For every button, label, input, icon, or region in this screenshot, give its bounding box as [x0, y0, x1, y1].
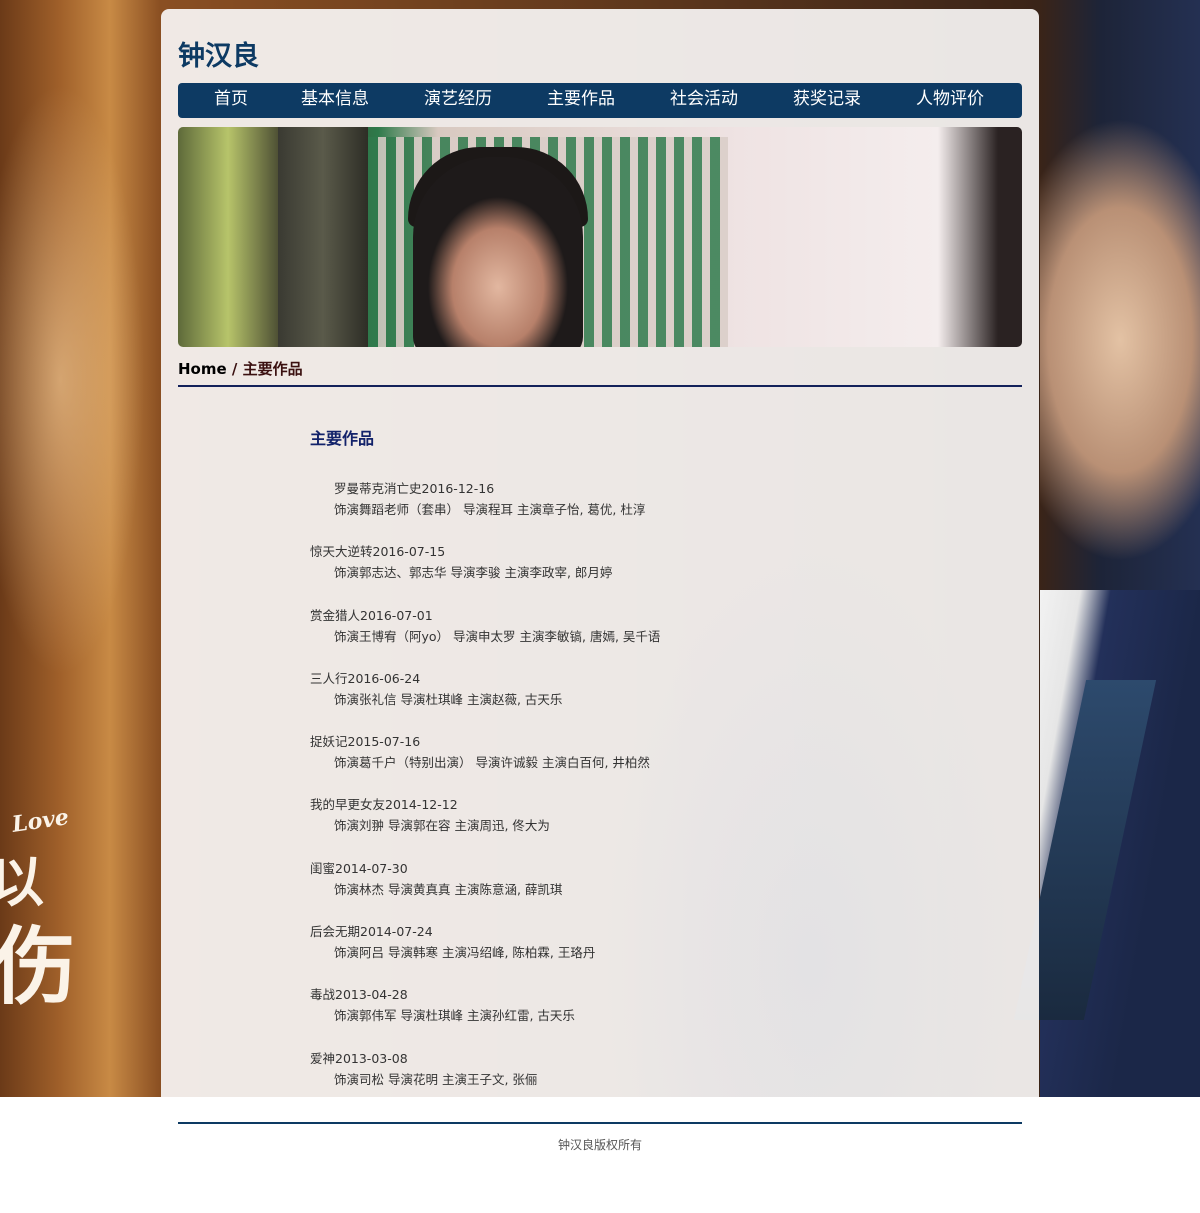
- work-detail: 饰演葛千户（特别出演） 导演许诚毅 主演白百何, 井柏然: [334, 755, 650, 771]
- work-title: 赏金猎人2016-07-01: [310, 607, 433, 623]
- work-title: 爱神2013-03-08: [310, 1050, 408, 1066]
- list-item: 三人行2016-06-24 饰演张礼信 导演杜琪峰 主演赵薇, 古天乐: [310, 668, 910, 731]
- banner-post: [278, 127, 368, 347]
- banner-image: [178, 127, 1022, 347]
- breadcrumb-separator: /: [226, 360, 243, 378]
- nav-item-basic-info[interactable]: 基本信息: [301, 83, 369, 118]
- work-title: 毒战2013-04-28: [310, 987, 408, 1003]
- nav-item-career[interactable]: 演艺经历: [424, 83, 492, 118]
- work-detail: 饰演舞蹈老师（套串） 导演程耳 主演章子怡, 葛优, 杜淳: [334, 502, 646, 517]
- works-list: 罗曼蒂克消亡史2016-12-16 饰演舞蹈老师（套串） 导演程耳 主演章子怡,…: [310, 478, 910, 1111]
- poster-love-text: Love: [10, 804, 71, 838]
- work-title: 惊天大逆转2016-07-15: [310, 544, 446, 560]
- site-title: 钟汉良: [178, 41, 259, 72]
- work-detail: 饰演阿吕 导演韩寒 主演冯绍峰, 陈柏霖, 王珞丹: [334, 945, 596, 961]
- work-detail: 饰演郭伟军 导演杜琪峰 主演孙红雷, 古天乐: [334, 1008, 575, 1024]
- nav-item-social-activities[interactable]: 社会活动: [670, 83, 738, 118]
- list-item: 爱神2013-03-08 饰演司松 导演花明 主演王子文, 张俪: [310, 1048, 910, 1111]
- main-nav: 首页 基本信息 演艺经历 主要作品 社会活动 获奖记录 人物评价: [178, 83, 1022, 118]
- work-title: 闺蜜2014-07-30: [310, 860, 408, 876]
- footer-divider: [178, 1122, 1022, 1124]
- poster-char-2: 伤: [0, 917, 77, 1016]
- list-item: 罗曼蒂克消亡史2016-12-16 饰演舞蹈老师（套串） 导演程耳 主演章子怡,…: [310, 478, 910, 541]
- work-detail: 饰演张礼信 导演杜琪峰 主演赵薇, 古天乐: [334, 691, 563, 707]
- footer-copyright: 钟汉良版权所有: [557, 1138, 642, 1152]
- background-poster-text: Love 以 伤: [0, 800, 100, 1020]
- nav-item-awards[interactable]: 获奖记录: [793, 83, 861, 118]
- work-title: 罗曼蒂克消亡史2016-12-16: [334, 481, 495, 496]
- work-title: 三人行2016-06-24: [310, 670, 421, 686]
- breadcrumb-current: 主要作品: [242, 360, 303, 378]
- work-detail: 饰演刘翀 导演郭在容 主演周迅, 佟大为: [334, 818, 550, 834]
- list-item: 我的早更女友2014-12-12 饰演刘翀 导演郭在容 主演周迅, 佟大为: [310, 794, 910, 857]
- work-detail: 饰演司松 导演花明 主演王子文, 张俪: [334, 1071, 538, 1087]
- list-item: 毒战2013-04-28 饰演郭伟军 导演杜琪峰 主演孙红雷, 古天乐: [310, 984, 910, 1047]
- work-detail: 饰演王博宥（阿yo） 导演申太罗 主演李敏镐, 唐嫣, 吴千语: [334, 628, 661, 644]
- nav-item-home[interactable]: 首页: [214, 83, 248, 118]
- breadcrumb-home-link[interactable]: Home: [178, 360, 227, 378]
- breadcrumb: Home / 主要作品: [178, 358, 303, 379]
- work-title: 后会无期2014-07-24: [310, 924, 433, 940]
- nav-item-reviews[interactable]: 人物评价: [916, 83, 984, 118]
- list-item: 惊天大逆转2016-07-15 饰演郭志达、郭志华 导演李骏 主演李政宰, 郎月…: [310, 541, 910, 604]
- work-title: 我的早更女友2014-12-12: [310, 797, 458, 813]
- list-item: 捉妖记2015-07-16 饰演葛千户（特别出演） 导演许诚毅 主演白百何, 井…: [310, 731, 910, 794]
- work-detail: 饰演林杰 导演黄真真 主演陈意涵, 薛凯琪: [334, 881, 563, 897]
- breadcrumb-divider: [178, 385, 1022, 387]
- list-item: 赏金猎人2016-07-01 饰演王博宥（阿yo） 导演申太罗 主演李敏镐, 唐…: [310, 605, 910, 668]
- banner-face: [413, 157, 583, 347]
- work-detail: 饰演郭志达、郭志华 导演李骏 主演李政宰, 郎月婷: [334, 565, 613, 581]
- list-item: 后会无期2014-07-24 饰演阿吕 导演韩寒 主演冯绍峰, 陈柏霖, 王珞丹: [310, 921, 910, 984]
- work-title: 捉妖记2015-07-16: [310, 734, 421, 750]
- section-title: 主要作品: [310, 429, 375, 448]
- background-portrait: [1040, 110, 1200, 640]
- nav-item-works[interactable]: 主要作品: [547, 83, 615, 118]
- list-item: 闺蜜2014-07-30 饰演林杰 导演黄真真 主演陈意涵, 薛凯琪: [310, 858, 910, 921]
